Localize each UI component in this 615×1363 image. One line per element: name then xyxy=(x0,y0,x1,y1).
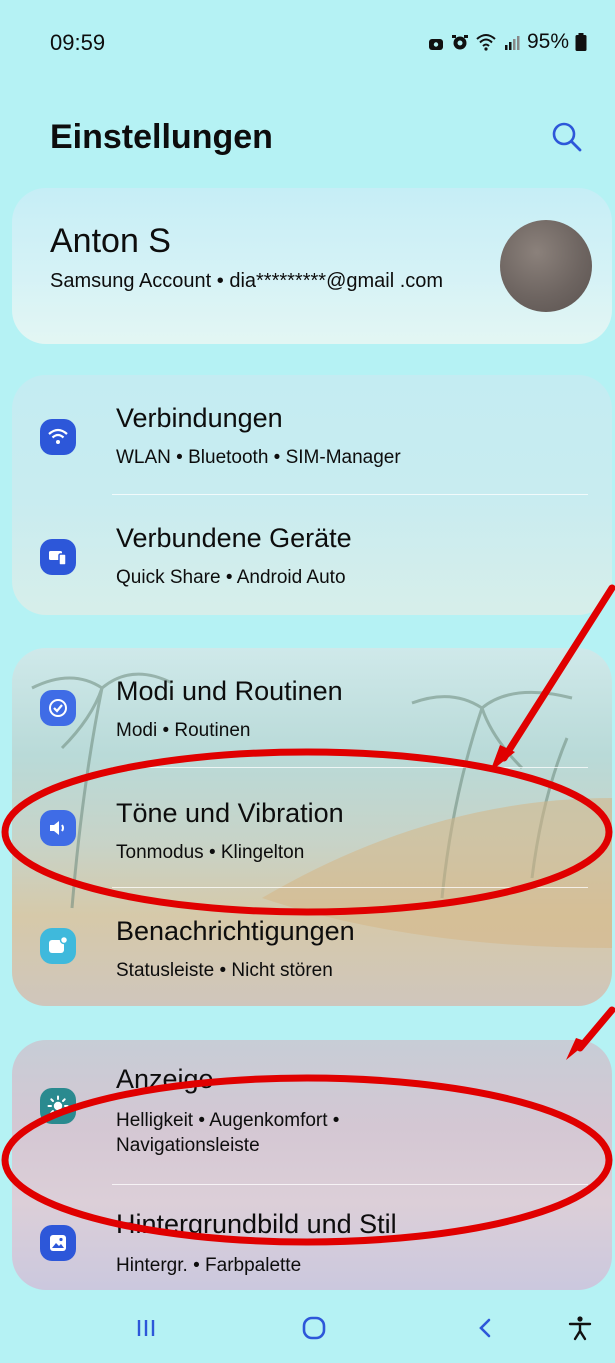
settings-group-connections: Verbindungen WLAN • Bluetooth • SIM-Mana… xyxy=(12,375,612,615)
back-button[interactable] xyxy=(464,1306,508,1350)
item-title: Benachrichtigungen xyxy=(116,916,355,946)
settings-item-verbindungen[interactable]: Verbindungen WLAN • Bluetooth • SIM-Mana… xyxy=(12,375,612,495)
home-icon xyxy=(302,1316,326,1340)
item-subtitle: Modi • Routinen xyxy=(116,720,251,741)
search-icon xyxy=(552,122,582,152)
item-title: Modi und Routinen xyxy=(116,676,343,706)
status-time: 09:59 xyxy=(50,30,106,55)
item-subtitle: WLAN • Bluetooth • SIM-Manager xyxy=(116,447,401,468)
settings-group-display: Anzeige Helligkeit • Augenkomfort • Navi… xyxy=(12,1040,612,1290)
item-title: Verbundene Geräte xyxy=(116,523,352,553)
search-button[interactable] xyxy=(548,118,586,156)
brightness-icon xyxy=(40,1088,76,1124)
account-name: Anton S xyxy=(50,222,171,260)
item-subtitle: Quick Share • Android Auto xyxy=(116,567,346,588)
item-title: Töne und Vibration xyxy=(116,798,344,828)
routines-icon xyxy=(40,690,76,726)
accessibility-button[interactable] xyxy=(558,1306,602,1350)
item-subtitle: Statusleiste • Nicht stören xyxy=(116,960,333,981)
wallpaper-icon xyxy=(40,1225,76,1261)
recents-icon xyxy=(137,1320,155,1336)
lock-icon xyxy=(428,39,443,50)
status-bar: 09:59 95% xyxy=(0,0,615,90)
signal-icon xyxy=(504,36,520,50)
item-title: Verbindungen xyxy=(116,403,283,433)
back-icon xyxy=(479,1318,491,1338)
settings-item-verbundene-geraete[interactable]: Verbundene Geräte Quick Share • Android … xyxy=(12,495,612,615)
wifi-icon xyxy=(476,34,496,51)
settings-item-toene-und-vibration[interactable]: Töne und Vibration Tonmodus • Klingelton xyxy=(12,768,612,888)
item-subtitle: Tonmodus • Klingelton xyxy=(116,842,305,863)
battery-icon xyxy=(575,33,587,51)
item-subtitle: Helligkeit • Augenkomfort • Navigationsl… xyxy=(116,1110,340,1156)
accessibility-icon xyxy=(568,1316,592,1341)
battery-percent: 95% xyxy=(526,30,569,53)
settings-item-hintergrundbild-und-stil[interactable]: Hintergrundbild und Stil Hintergr. • Far… xyxy=(12,1185,612,1290)
status-icons: 95% xyxy=(427,30,587,54)
alarm-icon xyxy=(451,35,468,50)
item-title: Anzeige xyxy=(116,1064,214,1094)
item-title: Hintergrundbild und Stil xyxy=(116,1209,397,1239)
settings-group-sound: Modi und Routinen Modi • Routinen Töne u… xyxy=(12,648,612,1006)
navigation-bar xyxy=(0,1292,615,1363)
notifications-icon xyxy=(40,928,76,964)
home-button[interactable] xyxy=(292,1306,336,1350)
settings-item-modi-und-routinen[interactable]: Modi und Routinen Modi • Routinen xyxy=(12,648,612,768)
samsung-account-card[interactable]: Anton S Samsung Account • dia*********@g… xyxy=(12,188,612,344)
settings-item-benachrichtigungen[interactable]: Benachrichtigungen Statusleiste • Nicht … xyxy=(12,888,612,1006)
wifi-icon xyxy=(40,419,76,455)
recents-button[interactable] xyxy=(124,1306,168,1350)
account-subtitle: Samsung Account • dia*********@gmail .co… xyxy=(50,270,444,292)
settings-item-anzeige[interactable]: Anzeige Helligkeit • Augenkomfort • Navi… xyxy=(12,1040,612,1176)
page-title: Einstellungen xyxy=(50,118,273,156)
avatar[interactable] xyxy=(500,220,592,312)
sound-icon xyxy=(40,810,76,846)
devices-icon xyxy=(40,539,76,575)
item-subtitle: Hintergr. • Farbpalette xyxy=(116,1255,302,1276)
